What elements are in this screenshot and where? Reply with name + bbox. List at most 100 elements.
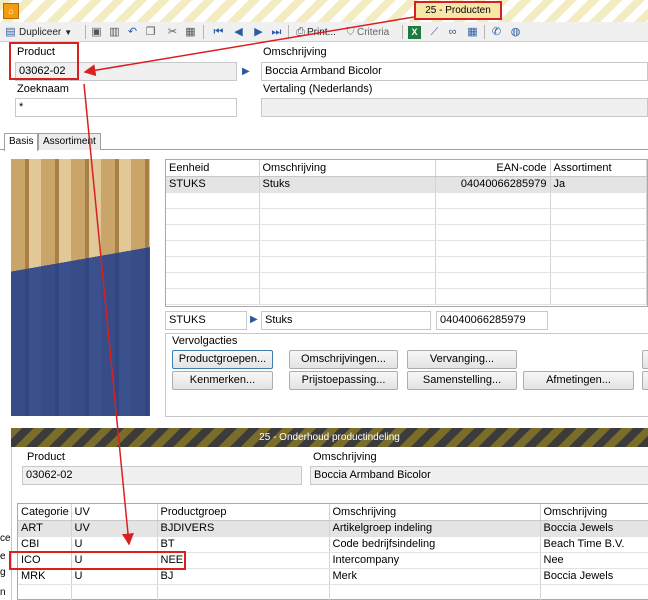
omschrijving-field[interactable]: Boccia Armband Bicolor — [261, 62, 648, 81]
criteria-button[interactable]: ⛉ Criteria — [344, 24, 389, 40]
cell: Ja — [550, 176, 647, 193]
sub-window-title-bar: 25 - Onderhoud productindeling — [11, 428, 648, 447]
copy-icon: ❐ — [145, 25, 156, 38]
empty-row — [18, 584, 648, 600]
overflow-button-2[interactable] — [642, 371, 648, 390]
followups-group: Vervolgacties Productgroepen... Omschrij… — [165, 333, 648, 417]
empty-row — [166, 240, 647, 257]
copy-button[interactable]: ❐ — [144, 24, 157, 40]
ean-input[interactable]: 04040066285979 — [436, 311, 548, 330]
sub-omschrijving-field[interactable]: Boccia Armband Bicolor — [310, 466, 648, 485]
cell: UV — [71, 520, 158, 537]
document-icon: ▤ — [5, 25, 16, 38]
toolbar: ▤ Dupliceer ▼ ▣ ▥ ↶ ❐ ✂ ▦ ⏮ ◀ ▶ ⏭ ⎙ Prin… — [0, 22, 648, 42]
sub-product-field[interactable]: 03062-02 — [22, 466, 302, 485]
productgroepen-button[interactable]: Productgroepen... — [172, 350, 273, 369]
tab-basis[interactable]: Basis — [4, 133, 39, 151]
next-record-button[interactable]: ▶ — [252, 24, 265, 40]
fragment-text: g — [0, 567, 6, 578]
binoculars-button[interactable]: ∞ — [446, 24, 459, 40]
window-title: 25 - Producten — [414, 1, 502, 20]
overflow-button-1[interactable] — [642, 350, 648, 369]
fragment-text: ce — [0, 533, 11, 544]
background-window-fragment: ce e g n — [0, 447, 11, 600]
first-record-button[interactable]: ⏮ — [212, 24, 225, 40]
empty-row — [166, 192, 647, 209]
chart-button[interactable]: ⟋ — [428, 24, 441, 40]
column-header-uv[interactable]: UV — [71, 504, 158, 521]
paste-icon: ▦ — [185, 25, 196, 38]
eenheid-input[interactable]: STUKS — [165, 311, 247, 330]
undo-button[interactable]: ↶ — [126, 24, 139, 40]
afmetingen-button[interactable]: Afmetingen... — [523, 371, 634, 390]
cut-button[interactable]: ✂ — [166, 24, 179, 40]
globe-icon: ◍ — [510, 25, 521, 38]
first-icon: ⏮ — [213, 25, 224, 38]
print-button[interactable]: ⎙ Print... — [294, 24, 336, 40]
column-header-assortiment[interactable]: Assortiment — [550, 160, 647, 177]
cell: BJDIVERS — [157, 520, 330, 537]
prijstoepassing-button[interactable]: Prijstoepassing... — [289, 371, 398, 390]
column-header-omschrijving-2[interactable]: Omschrijving — [540, 504, 648, 521]
zoeknaam-field[interactable]: * — [15, 98, 237, 117]
column-header-eenheid[interactable]: Eenheid — [166, 160, 260, 177]
dupliceer-label: Dupliceer — [19, 26, 62, 38]
eenheid-lookup-icon[interactable]: ▶ — [250, 314, 258, 325]
sub-window-panel: Product 03062-02 Omschrijving Boccia Arm… — [11, 447, 648, 600]
column-header-ean[interactable]: EAN-code — [435, 160, 551, 177]
cell: 04040066285979 — [435, 176, 551, 193]
table-button[interactable]: ▦ — [466, 24, 479, 40]
kenmerken-button[interactable]: Kenmerken... — [172, 371, 273, 390]
vertaling-label: Vertaling (Nederlands) — [263, 83, 373, 95]
cell: Boccia Jewels — [540, 520, 648, 537]
cell: Artikelgroep indeling — [329, 520, 541, 537]
empty-row — [166, 224, 647, 241]
column-header-omschrijving[interactable]: Omschrijving — [259, 160, 436, 177]
omschrijvingen-button[interactable]: Omschrijvingen... — [289, 350, 398, 369]
column-header-categorie[interactable]: Categorie — [18, 504, 72, 521]
cell: Beach Time B.V. — [540, 536, 648, 553]
previous-icon: ◀ — [234, 25, 243, 38]
previous-record-button[interactable]: ◀ — [232, 24, 245, 40]
phone-button[interactable]: ✆ — [490, 24, 503, 40]
cell: CBI — [18, 536, 72, 553]
app-icon[interactable]: ⌂ — [3, 3, 19, 19]
table-row[interactable]: CBI U BT Code bedrijfsindeling Beach Tim… — [18, 536, 648, 553]
cell: U — [71, 536, 158, 553]
save-button[interactable]: ▣ — [90, 24, 103, 40]
tab-strip: Basis Assortiment — [0, 133, 648, 151]
fragment-text: n — [0, 587, 6, 598]
globe-button[interactable]: ◍ — [509, 24, 522, 40]
empty-row — [166, 208, 647, 225]
next-icon: ▶ — [254, 25, 263, 38]
phone-icon: ✆ — [491, 25, 502, 38]
sub-omschrijving-label: Omschrijving — [313, 451, 377, 463]
table-row[interactable]: MRK U BJ Merk Boccia Jewels — [18, 568, 648, 585]
table-row[interactable]: STUKS Stuks 04040066285979 Ja — [166, 176, 647, 193]
omschrijving-label: Omschrijving — [263, 46, 327, 58]
sub-product-label: Product — [27, 451, 65, 463]
lookup-arrow-icon[interactable]: ▶ — [242, 66, 250, 77]
paste-button[interactable]: ▦ — [184, 24, 197, 40]
column-header-productgroep[interactable]: Productgroep — [157, 504, 330, 521]
product-photo — [11, 159, 150, 416]
trash-icon: ▥ — [109, 25, 120, 38]
vertaling-field[interactable] — [261, 98, 648, 117]
cell: Code bedrijfsindeling — [329, 536, 541, 553]
tab-assortiment[interactable]: Assortiment — [38, 133, 101, 150]
cell: Nee — [540, 552, 648, 569]
empty-row — [166, 272, 647, 289]
samenstelling-button[interactable]: Samenstelling... — [407, 371, 517, 390]
title-bar: ⌂ 25 - Producten — [0, 0, 648, 22]
excel-button[interactable]: X — [408, 24, 421, 40]
cell: BT — [157, 536, 330, 553]
vervanging-button[interactable]: Vervanging... — [407, 350, 517, 369]
column-header-omschrijving[interactable]: Omschrijving — [329, 504, 541, 521]
last-record-button[interactable]: ⏭ — [270, 24, 283, 40]
dupliceer-button[interactable]: ▤ Dupliceer ▼ — [4, 24, 72, 40]
last-icon: ⏭ — [271, 25, 282, 38]
table-row[interactable]: ART UV BJDIVERS Artikelgroep indeling Bo… — [18, 520, 648, 537]
excel-icon: X — [408, 25, 421, 39]
delete-button[interactable]: ▥ — [108, 24, 121, 40]
units-omschrijving-input[interactable]: Stuks — [261, 311, 431, 330]
